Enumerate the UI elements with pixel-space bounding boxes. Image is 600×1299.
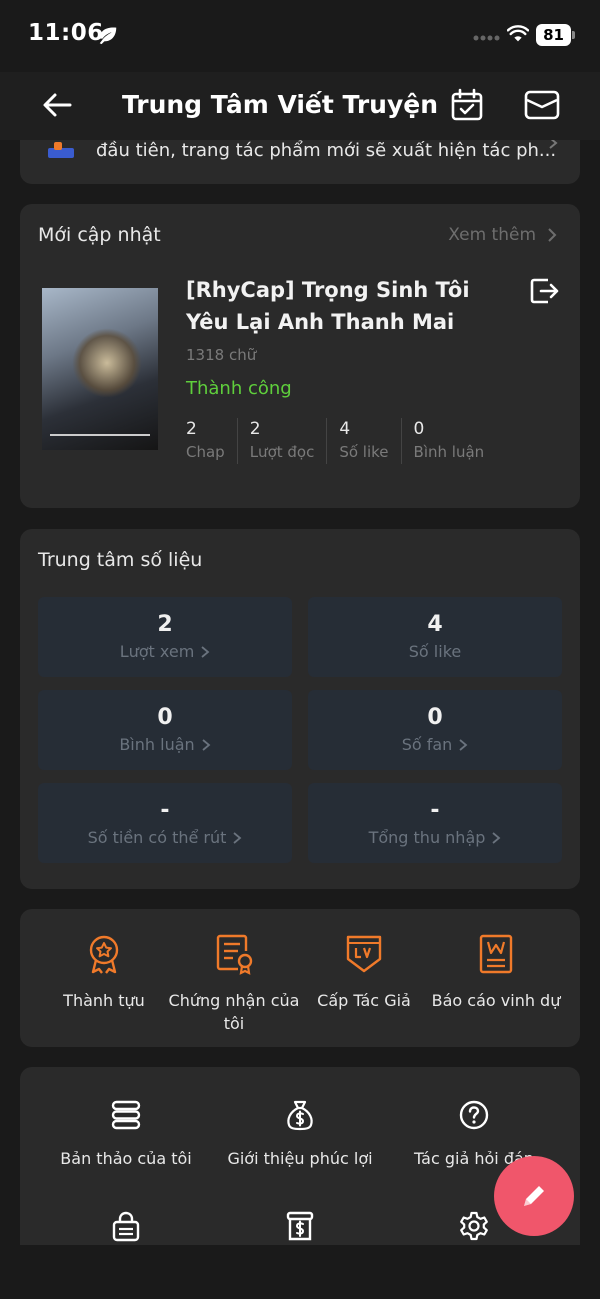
certificate-icon [216,934,253,975]
author-level-button[interactable]: Cấp Tác Giả [294,933,434,1012]
pencil-icon [524,1186,544,1206]
see-more-link[interactable]: Xem thêm [448,225,558,245]
money-receipt-icon[interactable] [284,1210,316,1242]
chevron-right-icon [201,646,210,658]
nav-bar: Trung Tâm Viết Truyện [0,72,600,140]
author-level-icon [346,935,382,973]
help-icon [459,1100,489,1130]
tile-total-income[interactable]: - Tổng thu nhập [308,783,562,863]
tile-views[interactable]: 2 Lượt xem [38,597,292,677]
story-cover-image[interactable] [42,288,158,450]
chevron-right-icon [202,739,211,751]
see-more-label: Xem thêm [448,225,536,245]
stat-likes: 4 Số like [326,418,400,464]
honors-card: Thành tựu Chứng nhận của tôi Cấp Tác Giả… [20,909,580,1047]
medal-icon [89,935,119,974]
benefits-button[interactable]: Giới thiệu phúc lợi [210,1099,390,1168]
battery-indicator: 81 [536,24,576,46]
mail-icon[interactable] [524,90,560,120]
chevron-right-icon [492,832,501,844]
stat-reads: 2 Lượt đọc [236,418,327,464]
stat-chapters: 2 Chap [186,419,225,461]
status-bar: 11:06 81 [0,0,600,72]
word-count: 1318 chữ [186,346,257,364]
certificates-button[interactable]: Chứng nhận của tôi [164,933,304,1035]
tools-card: Bản thảo của tôi Giới thiệu phúc lợi Tác… [20,1067,580,1245]
battery-level: 81 [536,24,571,46]
chevron-right-icon [459,739,468,751]
data-center-title: Trung tâm số liệu [38,549,203,571]
notice-text: đầu tiên, trang tác phẩm mới sẽ xuất hiệ… [96,140,557,161]
achievements-button[interactable]: Thành tựu [34,933,174,1012]
story-title[interactable]: [RhyCap] Trọng Sinh Tôi Yêu Lại Anh Than… [186,274,506,338]
recent-updates-card: Mới cập nhật Xem thêm [RhyCap] Trọng Sin… [20,204,580,508]
lock-box-icon[interactable] [110,1210,142,1242]
recent-updates-title: Mới cập nhật [38,224,161,246]
settings-gear-icon[interactable] [458,1210,490,1242]
stat-comments: 0 Bình luận [400,418,497,464]
write-story-fab[interactable] [494,1156,574,1236]
megaphone-icon [48,142,74,158]
calendar-check-icon[interactable] [450,88,484,122]
data-center-card: Trung tâm số liệu 2 Lượt xem 4 Số like 0… [20,529,580,889]
tile-comments[interactable]: 0 Bình luận [38,690,292,770]
honor-report-icon [479,934,513,974]
wifi-icon [507,25,529,42]
drafts-button[interactable]: Bản thảo của tôi [36,1099,216,1168]
chevron-right-icon [548,228,557,242]
cellular-signal-icon [473,35,500,41]
tile-likes[interactable]: 4 Số like [308,597,562,677]
tile-withdrawable[interactable]: - Số tiền có thể rút [38,783,292,863]
story-status: Thành công [186,378,292,399]
honor-report-button[interactable]: Báo cáo vinh dự [426,933,566,1012]
chevron-right-icon [233,832,242,844]
drafts-icon [111,1100,141,1130]
money-bag-icon [287,1100,313,1131]
story-stats: 2 Chap 2 Lượt đọc 4 Số like 0 Bình luận [186,418,496,464]
leaf-icon [99,27,117,45]
tile-fans[interactable]: 0 Số fan [308,690,562,770]
export-icon[interactable] [528,276,560,306]
status-time: 11:06 [28,20,104,46]
